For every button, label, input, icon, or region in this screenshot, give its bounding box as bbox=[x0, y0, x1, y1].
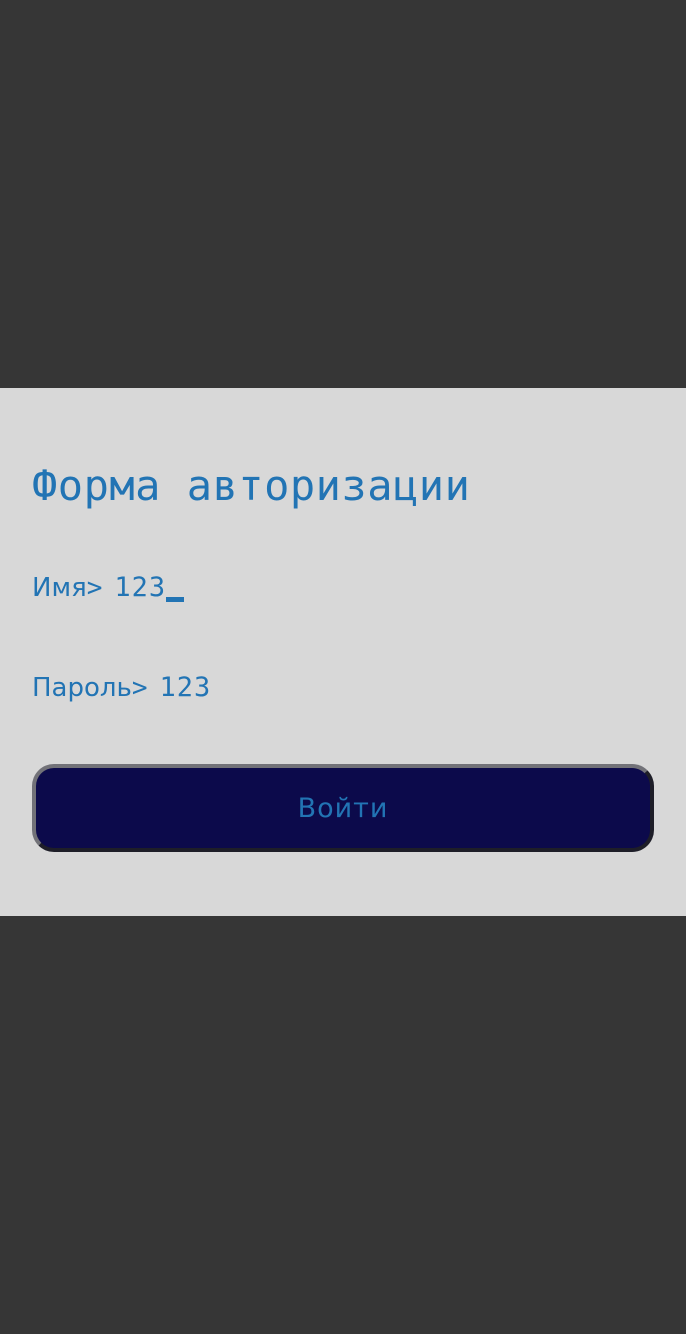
name-field-prompt: > bbox=[86, 573, 103, 603]
text-cursor-icon bbox=[166, 597, 185, 602]
login-button[interactable]: Войти bbox=[32, 764, 654, 852]
app-screen: Форма авторизации Имя > 123 Пароль > 123… bbox=[0, 0, 686, 1334]
name-field[interactable]: Имя > 123 bbox=[32, 568, 185, 608]
name-field-label: Имя bbox=[32, 573, 87, 603]
password-input[interactable]: 123 bbox=[160, 668, 212, 708]
password-field-prompt: > bbox=[131, 673, 148, 703]
form-title: Форма авторизации bbox=[32, 461, 471, 510]
password-field-label: Пароль bbox=[32, 673, 132, 703]
name-input[interactable]: 123 bbox=[114, 568, 166, 608]
password-field[interactable]: Пароль > 123 bbox=[32, 668, 211, 708]
